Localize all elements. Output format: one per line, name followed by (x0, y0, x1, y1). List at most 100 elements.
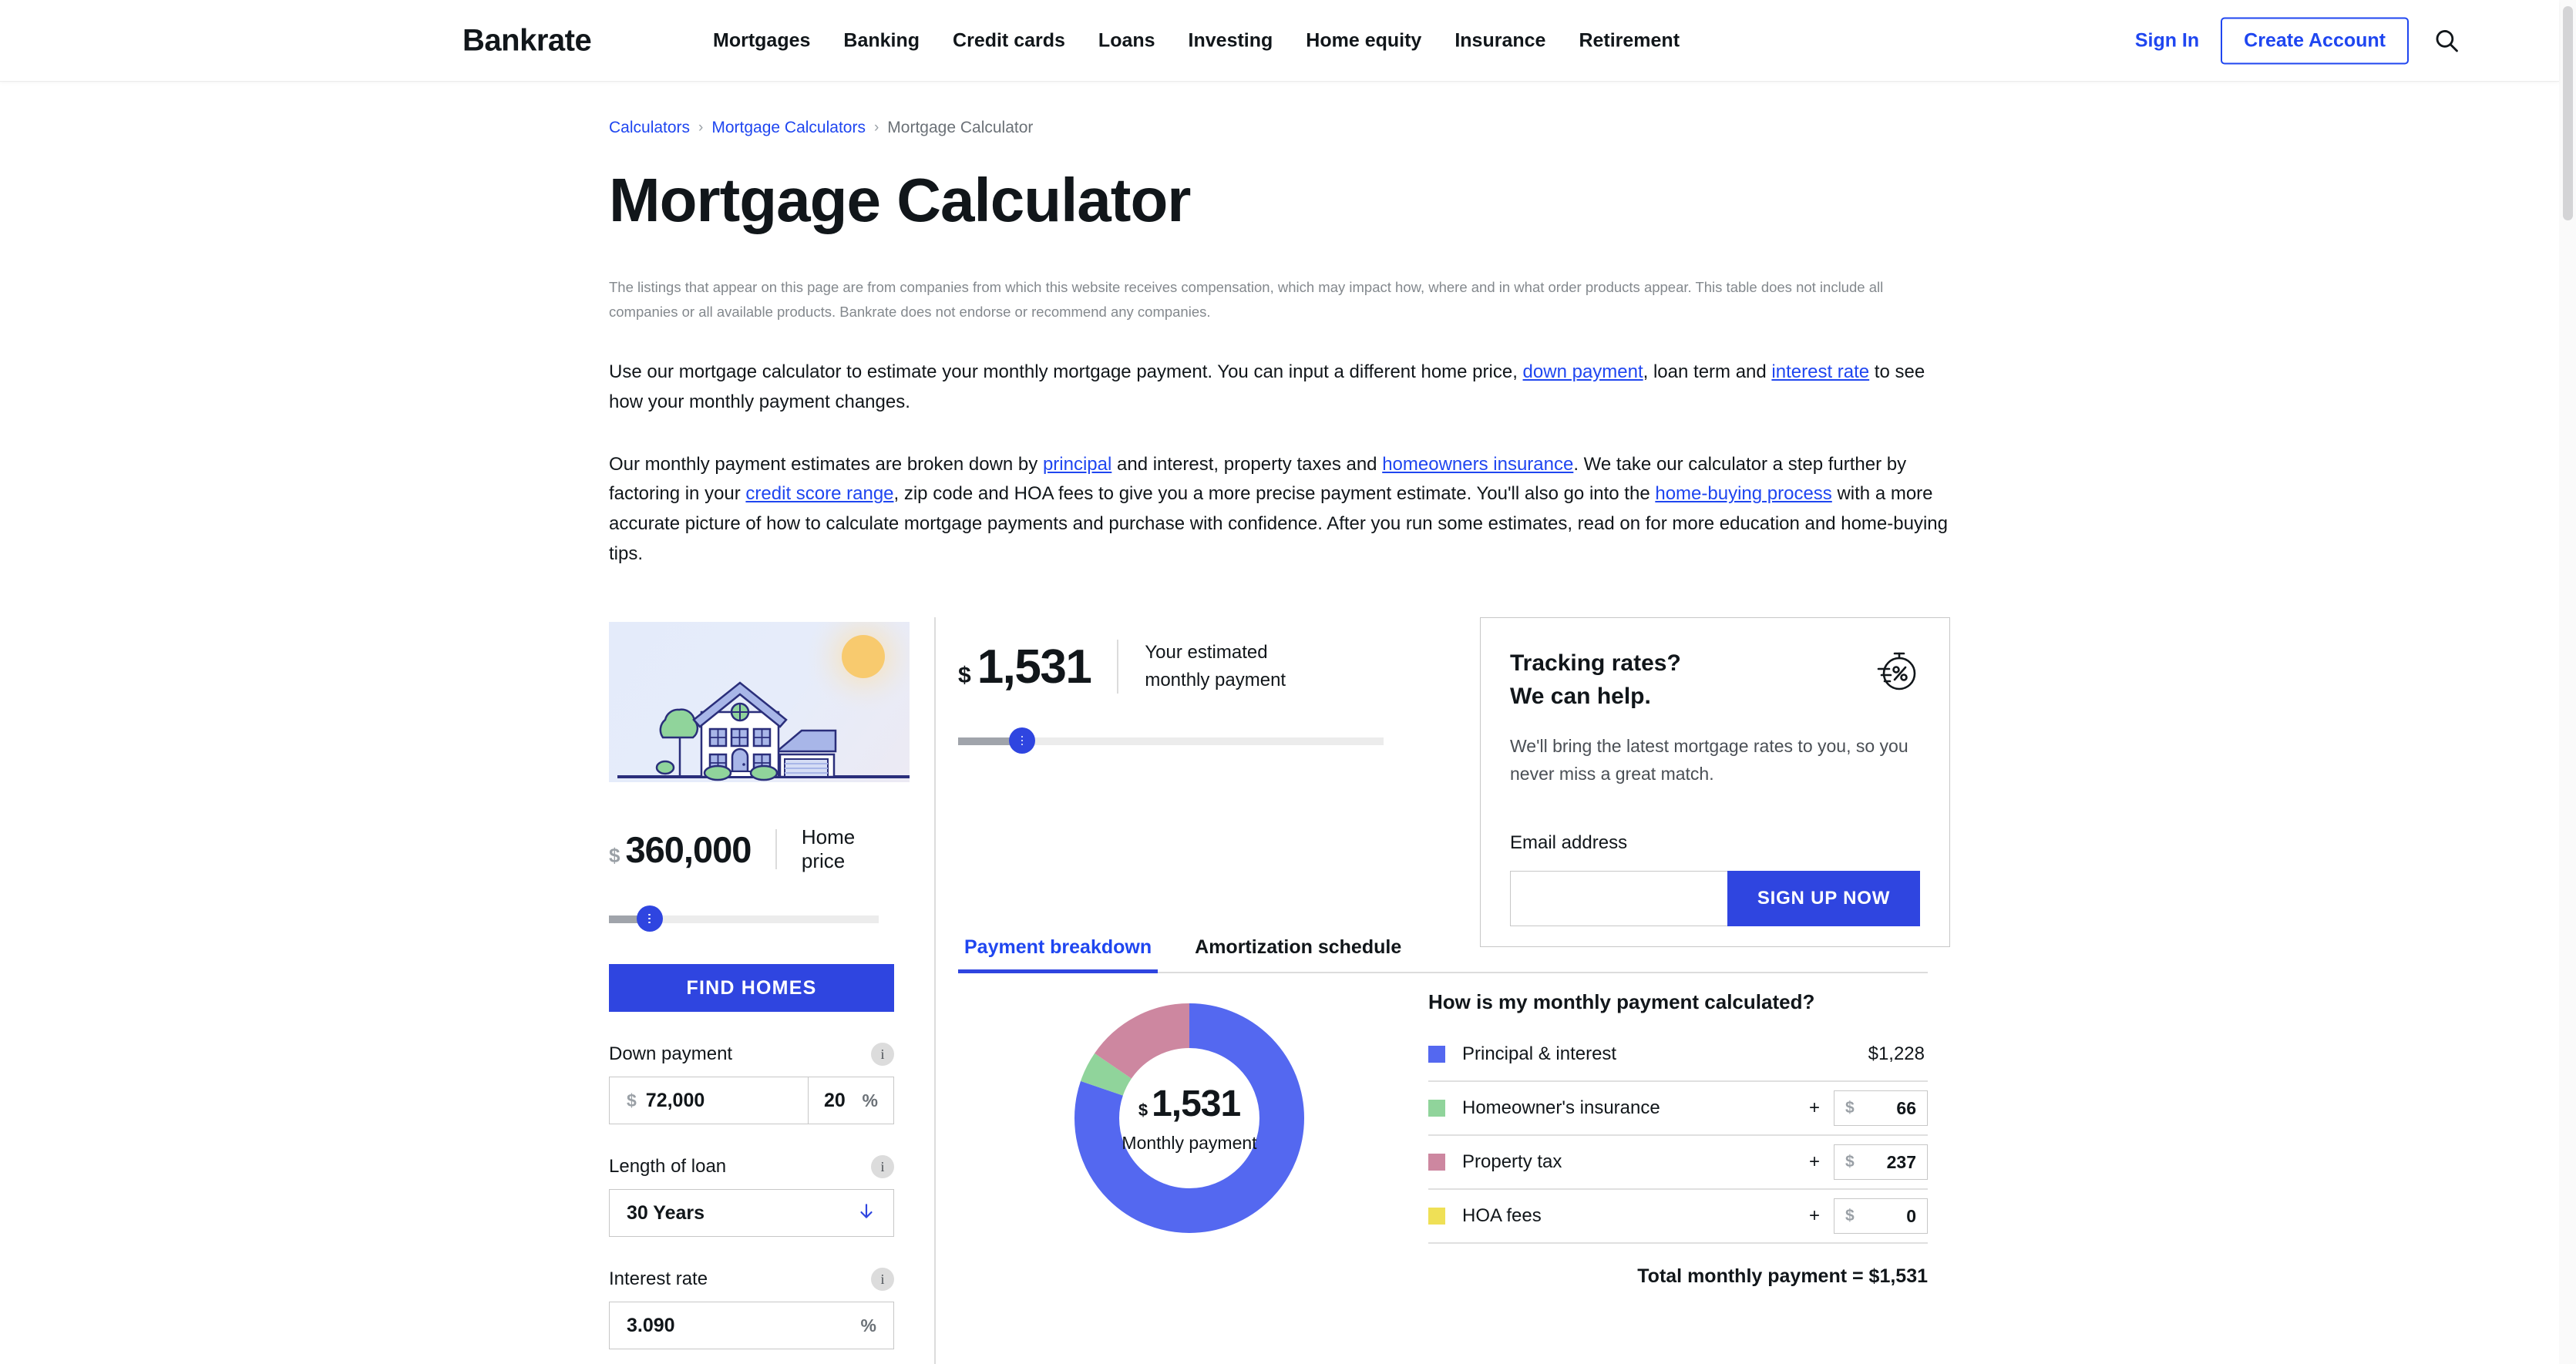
tab-amortization-schedule[interactable]: Amortization schedule (1189, 936, 1407, 972)
breadcrumb-item-current: Mortgage Calculator (887, 119, 1034, 136)
breakdown-row: Property tax + $237 (1428, 1136, 1928, 1190)
breadcrumb-item-calculators[interactable]: Calculators (609, 119, 690, 137)
inline-link-homeowners-insurance[interactable]: homeowners insurance (1382, 454, 1573, 475)
breadcrumb-separator-icon: › (698, 119, 704, 136)
info-icon[interactable]: i (871, 1043, 894, 1066)
breakdown-row-label: Homeowner's insurance (1462, 1097, 1660, 1118)
sign-up-now-button[interactable]: SIGN UP NOW (1727, 871, 1920, 927)
plus-sign: + (1808, 1097, 1820, 1118)
nav-item-investing[interactable]: Investing (1189, 29, 1273, 52)
estimate-label: Your estimated monthly payment (1145, 642, 1286, 691)
rate-tracking-title: Tracking rates? We can help. (1510, 650, 1681, 709)
nav-item-insurance[interactable]: Insurance (1454, 29, 1545, 52)
main-nav: Mortgages Banking Credit cards Loans Investi… (713, 29, 1680, 52)
inline-link-credit-score-range[interactable]: credit score range (745, 483, 893, 504)
estimated-payment-slider[interactable] (958, 727, 1384, 754)
breakdown-list: How is my monthly payment calculated? Pr… (1421, 990, 1928, 1288)
legend-swatch (1428, 1154, 1445, 1171)
breakdown-row-label: Property tax (1462, 1151, 1562, 1172)
payment-breakdown-section: $ 1,531 Monthly payment How is my monthl… (958, 990, 1928, 1288)
interest-rate-input[interactable]: 3.090 % (609, 1302, 894, 1349)
breadcrumb-item-mortgage-calculators[interactable]: Mortgage Calculators (711, 119, 866, 137)
inline-link-home-buying-process[interactable]: home-buying process (1655, 483, 1831, 504)
total-monthly-payment: Total monthly payment = $1,531 (1637, 1265, 1928, 1287)
slider-thumb[interactable] (1008, 727, 1035, 754)
plus-sign: + (1808, 1151, 1820, 1172)
page-content: Calculators › Mortgage Calculators › Mor… (0, 82, 2559, 1364)
intro-paragraph-2: Our monthly payment estimates are broken… (609, 453, 1948, 565)
email-address-label: Email address (1510, 832, 1628, 854)
breakdown-row-label: Principal & interest (1462, 1043, 1617, 1064)
down-payment-percent-input[interactable]: 20 % (809, 1077, 893, 1124)
nav-item-retirement[interactable]: Retirement (1579, 29, 1680, 52)
down-payment-inputs: $ 72,000 20 % (609, 1077, 894, 1124)
breakdown-value-input[interactable]: $0 (1834, 1198, 1928, 1234)
info-icon[interactable]: i (871, 1155, 894, 1178)
breakdown-value-input[interactable]: $66 (1834, 1090, 1928, 1126)
header-actions: Sign In Create Account (2135, 17, 2463, 64)
rate-tracking-subtitle: We'll bring the latest mortgage rates to… (1510, 736, 1908, 784)
calculator-divider (934, 617, 936, 1364)
breakdown-title: How is my monthly payment calculated? (1428, 990, 1815, 1013)
nav-item-banking[interactable]: Banking (843, 29, 920, 52)
disclaimer-text: The listings that appear on this page ar… (609, 279, 1884, 321)
stopwatch-percent-icon (1871, 647, 1920, 700)
tab-payment-breakdown[interactable]: Payment breakdown (958, 936, 1159, 973)
home-price-slider[interactable] (609, 905, 879, 932)
donut-chart-container: $ 1,531 Monthly payment (958, 990, 1421, 1288)
info-icon[interactable]: i (871, 1268, 894, 1291)
currency-symbol: $ (1845, 1153, 1855, 1171)
home-price-currency: $ (609, 843, 620, 867)
down-payment-percent-value: 20 (824, 1089, 846, 1111)
legend-swatch (1428, 1208, 1445, 1225)
interest-rate-group: Interest rate i 3.090 % (609, 1268, 894, 1349)
page-scrollbar[interactable] (2559, 0, 2576, 1364)
email-input[interactable] (1510, 871, 1727, 927)
home-price-label: Home price (801, 825, 856, 872)
breakdown-row-label: HOA fees (1462, 1205, 1542, 1226)
nav-item-home-equity[interactable]: Home equity (1306, 29, 1421, 52)
loan-length-value: 30 Years (627, 1201, 705, 1224)
breadcrumb-separator-icon: › (873, 119, 879, 136)
breakdown-value-input[interactable]: $237 (1834, 1144, 1928, 1180)
sign-in-link[interactable]: Sign In (2135, 29, 2199, 52)
intro-paragraph-1: Use our mortgage calculator to estimate … (609, 361, 1925, 412)
inline-link-down-payment[interactable]: down payment (1523, 361, 1643, 382)
percent-symbol: % (862, 1090, 878, 1110)
rate-tracking-card: Tracking rates? We can help. We'll bring… (1480, 617, 1950, 947)
bankrate-logo[interactable]: Bankrate (462, 23, 592, 58)
scrollbar-thumb[interactable] (2563, 6, 2573, 220)
divider (1117, 640, 1119, 694)
inline-link-principal[interactable]: principal (1043, 454, 1111, 475)
calculator-inputs-panel: $ 360,000 Home price FIND HOMES Down pay… (609, 622, 917, 1349)
slider-thumb[interactable] (636, 905, 663, 932)
breakdown-static-value: $1,228 (1868, 1043, 1925, 1064)
house-illustration (609, 622, 910, 782)
nav-item-loans[interactable]: Loans (1098, 29, 1155, 52)
legend-swatch (1428, 1046, 1445, 1063)
down-payment-amount-value: 72,000 (645, 1089, 705, 1111)
inline-link-interest-rate[interactable]: interest rate (1771, 361, 1869, 382)
divider (775, 829, 777, 869)
results-tabs: Payment breakdown Amortization schedule (958, 936, 1928, 973)
breakdown-row: HOA fees + $0 (1428, 1190, 1928, 1244)
down-payment-amount-input[interactable]: $ 72,000 (610, 1077, 809, 1124)
plus-sign: + (1808, 1205, 1820, 1226)
payment-donut-chart: $ 1,531 Monthly payment (1074, 1003, 1305, 1234)
calculator-results-panel: $ 1,531 Your estimated monthly payment T… (958, 617, 1950, 1349)
loan-length-group: Length of loan i 30 Years (609, 1155, 894, 1237)
estimate-currency: $ (958, 662, 971, 688)
home-price-value: 360,000 (625, 828, 752, 870)
find-homes-button[interactable]: FIND HOMES (609, 964, 894, 1012)
site-header: Bankrate Mortgages Banking Credit cards Loa… (0, 0, 2559, 82)
down-payment-group: Down payment i $ 72,000 20 % (609, 1043, 894, 1124)
currency-symbol: $ (1845, 1207, 1855, 1225)
search-icon[interactable] (2430, 25, 2463, 57)
create-account-button[interactable]: Create Account (2221, 17, 2409, 64)
breakdown-row: Principal & interest $1,228 (1428, 1028, 1928, 1082)
nav-item-credit-cards[interactable]: Credit cards (953, 29, 1065, 52)
loan-length-select[interactable]: 30 Years (609, 1189, 894, 1237)
arrow-down-icon (856, 1201, 876, 1225)
nav-item-mortgages[interactable]: Mortgages (713, 29, 810, 52)
currency-symbol: $ (1845, 1099, 1855, 1117)
